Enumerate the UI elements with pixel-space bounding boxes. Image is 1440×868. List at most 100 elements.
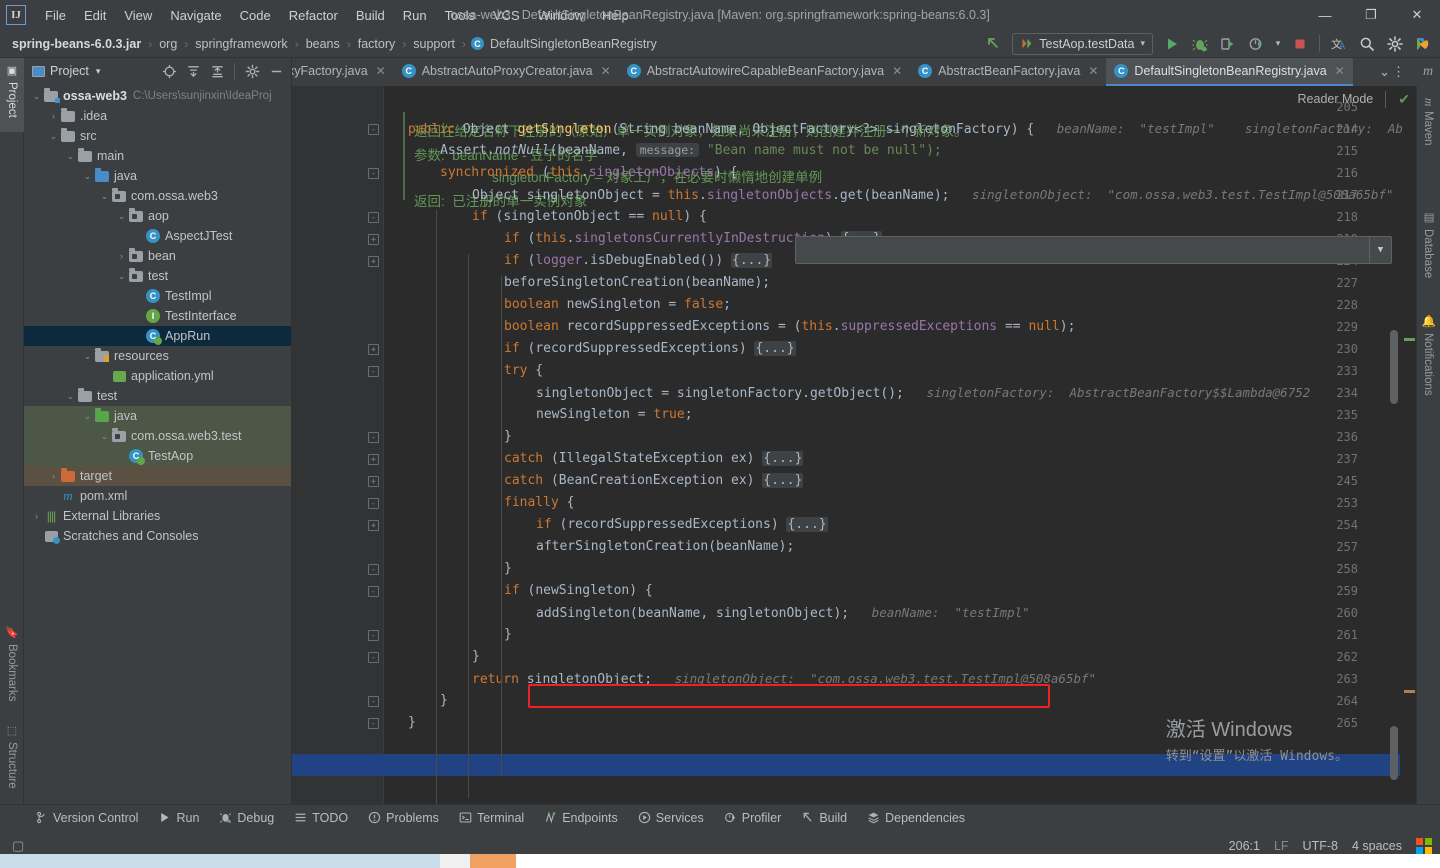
editor-tab-3[interactable]: C AbstractBeanFactory.java ✕	[910, 58, 1106, 86]
editor-vertical-scrollbar[interactable]	[1390, 330, 1398, 404]
bottom-tab-debug[interactable]: Debug	[210, 808, 283, 828]
editor-vertical-scrollbar-thumb2[interactable]	[1390, 726, 1398, 780]
code-fold-toggle[interactable]: -	[368, 696, 379, 707]
bottom-tab-dependencies[interactable]: Dependencies	[858, 808, 974, 828]
tree-node-test[interactable]: ⌄ test	[24, 386, 291, 406]
tree-node-src[interactable]: ⌄ src	[24, 126, 291, 146]
code-line-229[interactable]: boolean recordSuppressedExceptions = (th…	[504, 319, 1075, 334]
bottom-tab-endpoints[interactable]: Endpoints	[535, 808, 627, 828]
code-line-233[interactable]: try {	[504, 363, 543, 378]
close-icon[interactable]: ✕	[376, 64, 386, 78]
code-fold-toggle[interactable]: -	[368, 498, 379, 509]
show-tool-windows-icon[interactable]: ▢	[12, 838, 24, 854]
tree-toggle-arrow[interactable]: ⌄	[115, 211, 128, 222]
sidebar-tab-maven[interactable]: m Maven	[1416, 92, 1440, 160]
menu-help[interactable]: Help	[593, 4, 638, 27]
tree-node-scratches-and-consoles[interactable]: Scratches and Consoles	[24, 526, 291, 546]
bottom-tab-services[interactable]: Services	[629, 808, 713, 828]
error-stripe[interactable]	[1402, 86, 1416, 816]
expand-all-button[interactable]	[182, 60, 204, 82]
run-configuration-selector[interactable]: TestAop.testData ▾	[1012, 32, 1153, 55]
tree-toggle-arrow[interactable]: ⌄	[115, 271, 128, 282]
tree-node-application-yml[interactable]: application.yml	[24, 366, 291, 386]
run-icon[interactable]	[1159, 32, 1185, 56]
close-icon[interactable]: ✕	[892, 64, 902, 78]
code-line-265[interactable]: }	[408, 715, 416, 730]
tree-node-pom-xml[interactable]: m pom.xml	[24, 486, 291, 506]
code-line-227[interactable]: beforeSingletonCreation(beanName);	[504, 275, 770, 290]
bottom-tab-profiler[interactable]: Profiler	[715, 808, 791, 828]
tree-node-apprun[interactable]: C AppRun	[24, 326, 291, 346]
tree-toggle-arrow[interactable]: ⌄	[98, 191, 111, 202]
tree-node-testaop[interactable]: C TestAop	[24, 446, 291, 466]
code-fold-toggle[interactable]: +	[368, 454, 379, 465]
code-fold-toggle[interactable]: +	[368, 256, 379, 267]
reader-mode-label[interactable]: Reader Mode	[1298, 92, 1374, 106]
code-line-261[interactable]: }	[504, 627, 512, 642]
menu-file[interactable]: File	[36, 4, 75, 27]
collapse-all-button[interactable]	[206, 60, 228, 82]
chevron-down-icon[interactable]: ▼	[1369, 237, 1391, 263]
back-arrow-icon[interactable]	[980, 32, 1006, 56]
tree-node-main[interactable]: ⌄ main	[24, 146, 291, 166]
code-line-218[interactable]: if (singletonObject == null) {	[472, 209, 707, 224]
file-encoding[interactable]: UTF-8	[1303, 839, 1338, 853]
code-editor[interactable]: 205214-215216-217218-219+224+22722822923…	[292, 86, 1416, 816]
stop-icon[interactable]	[1287, 32, 1313, 56]
code-fold-toggle[interactable]: +	[368, 344, 379, 355]
tree-node-testinterface[interactable]: I TestInterface	[24, 306, 291, 326]
tree-toggle-arrow[interactable]: ⌄	[98, 431, 111, 442]
settings-icon[interactable]	[1382, 32, 1408, 56]
editor-tab-4[interactable]: C DefaultSingletonBeanRegistry.java ✕	[1106, 58, 1353, 86]
sidebar-tab-database[interactable]: ▤ Database	[1416, 204, 1440, 296]
breadcrumb-item-support[interactable]: support	[411, 37, 457, 51]
sidebar-tab-bookmarks[interactable]: 🔖 Bookmarks	[0, 620, 24, 710]
tree-node-java[interactable]: ⌄ java	[24, 406, 291, 426]
menu-run[interactable]: Run	[394, 4, 436, 27]
code-line-262[interactable]: }	[472, 649, 480, 664]
sidebar-tab-notifications[interactable]: 🔔 Notifications	[1416, 308, 1440, 420]
tree-toggle-arrow[interactable]: ⌄	[30, 91, 43, 102]
tree-node--idea[interactable]: › .idea	[24, 106, 291, 126]
tree-toggle-arrow[interactable]: ⌄	[81, 411, 94, 422]
code-fold-toggle[interactable]: -	[368, 212, 379, 223]
bottom-tab-problems[interactable]: Problems	[359, 808, 448, 828]
code-line-264[interactable]: }	[440, 693, 448, 708]
code-line-230[interactable]: if (recordSuppressedExceptions) {...}	[504, 341, 796, 356]
tree-toggle-arrow[interactable]: ⌄	[64, 391, 77, 402]
menu-code[interactable]: Code	[231, 4, 280, 27]
code-line-245[interactable]: catch (BeanCreationException ex) {...}	[504, 473, 804, 488]
code-line-216[interactable]: synchronized (this.singletonObjects) {	[440, 165, 737, 180]
code-fold-toggle[interactable]: -	[368, 630, 379, 641]
tree-node-aop[interactable]: ⌄ aop	[24, 206, 291, 226]
close-button[interactable]: ✕	[1394, 0, 1440, 30]
code-line-254[interactable]: if (recordSuppressedExceptions) {...}	[536, 517, 828, 532]
project-panel-title-group[interactable]: Project ▾	[28, 64, 104, 78]
code-line-259[interactable]: if (newSingleton) {	[504, 583, 653, 598]
search-icon[interactable]	[1354, 32, 1380, 56]
code-line-235[interactable]: newSingleton = true;	[536, 407, 693, 422]
code-fold-toggle[interactable]: -	[368, 564, 379, 575]
code-line-214[interactable]: public Object getSingleton(String beanNa…	[408, 121, 1403, 137]
ide-extra-icon[interactable]	[1410, 32, 1436, 56]
tree-node-com-ossa-web3-test[interactable]: ⌄ com.ossa.web3.test	[24, 426, 291, 446]
settings-icon[interactable]	[241, 60, 263, 82]
project-tree[interactable]: ⌄ ossa-web3 C:\Users\sunjinxin\IdeaProj › .i…	[24, 84, 291, 830]
menu-tools[interactable]: Tools	[436, 4, 484, 27]
profiler-icon[interactable]	[1243, 32, 1269, 56]
minimize-button[interactable]: —	[1302, 0, 1348, 30]
close-icon[interactable]: ✕	[601, 64, 611, 78]
breadcrumb-item-beans[interactable]: beans	[304, 37, 342, 51]
code-fold-toggle[interactable]: -	[368, 586, 379, 597]
tree-node-test[interactable]: ⌄ test	[24, 266, 291, 286]
code-line-224[interactable]: if (logger.isDebugEnabled()) {...}	[504, 253, 773, 268]
line-separator[interactable]: LF	[1274, 839, 1289, 853]
indent-setting[interactable]: 4 spaces	[1352, 839, 1402, 853]
sidebar-tab-structure[interactable]: ⬚ Structure	[0, 718, 24, 806]
code-fold-toggle[interactable]: -	[368, 718, 379, 729]
menu-window[interactable]: Window	[529, 4, 593, 27]
tree-toggle-arrow[interactable]: ›	[47, 471, 60, 481]
code-line-253[interactable]: finally {	[504, 495, 574, 510]
bottom-tab-terminal[interactable]: Terminal	[450, 808, 533, 828]
menu-vcs[interactable]: VCS	[484, 4, 529, 27]
